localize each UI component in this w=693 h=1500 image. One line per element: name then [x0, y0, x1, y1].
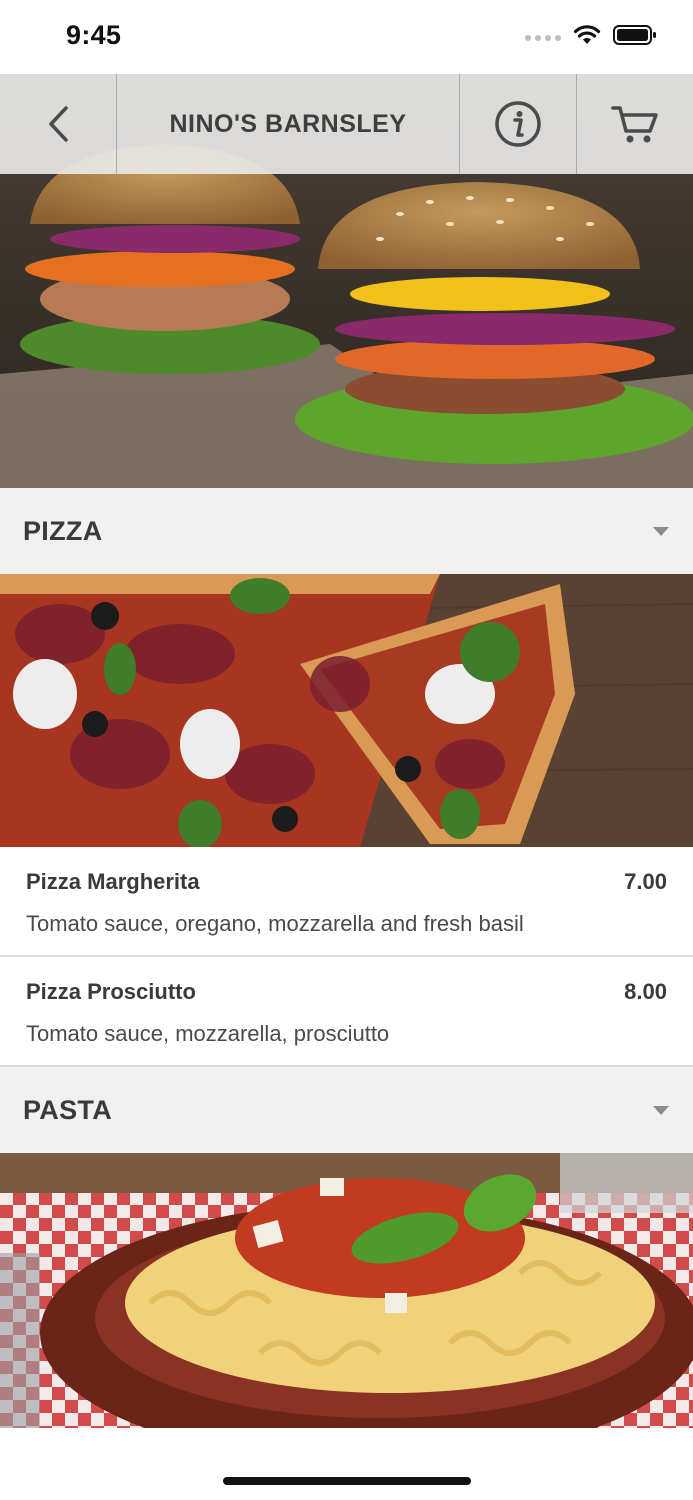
item-price: 8.00 [624, 979, 667, 1004]
caret-down-icon [653, 526, 669, 536]
cart-icon [611, 106, 658, 143]
info-icon [495, 101, 541, 147]
wifi-icon [573, 25, 601, 44]
back-button[interactable] [0, 74, 117, 174]
category-image-pasta [0, 1153, 693, 1428]
category-image-pizza [0, 574, 693, 847]
page-title: NINO'S BARNSLEY [117, 74, 460, 174]
signal-dots-icon [525, 35, 561, 41]
home-indicator[interactable] [223, 1477, 471, 1485]
category-header-pasta[interactable]: PASTA [0, 1067, 693, 1153]
item-name: Pizza Margherita [26, 869, 200, 894]
status-time: 9:45 [66, 20, 122, 50]
status-icons [525, 24, 657, 46]
caret-down-icon [653, 1105, 669, 1115]
battery-icon [613, 25, 656, 45]
item-price: 7.00 [624, 869, 667, 894]
menu-item[interactable]: Pizza Prosciutto 8.00 Tomato sauce, mozz… [0, 957, 693, 1067]
back-chevron-icon [49, 106, 68, 142]
pizza-photo [0, 574, 693, 847]
cart-button[interactable] [577, 74, 693, 174]
status-bar: 9:45 [0, 0, 693, 74]
item-description: Tomato sauce, oregano, mozzarella and fr… [26, 911, 524, 936]
pasta-photo [0, 1153, 693, 1428]
item-name: Pizza Prosciutto [26, 979, 196, 1004]
nav-bar: NINO'S BARNSLEY [0, 74, 693, 174]
item-description: Tomato sauce, mozzarella, prosciutto [26, 1021, 390, 1046]
category-header-pizza[interactable]: PIZZA [0, 488, 693, 574]
category-label: PASTA [23, 1094, 112, 1125]
info-button[interactable] [460, 74, 577, 174]
menu-item[interactable]: Pizza Margherita 7.00 Tomato sauce, oreg… [0, 847, 693, 957]
category-label: PIZZA [23, 515, 103, 546]
